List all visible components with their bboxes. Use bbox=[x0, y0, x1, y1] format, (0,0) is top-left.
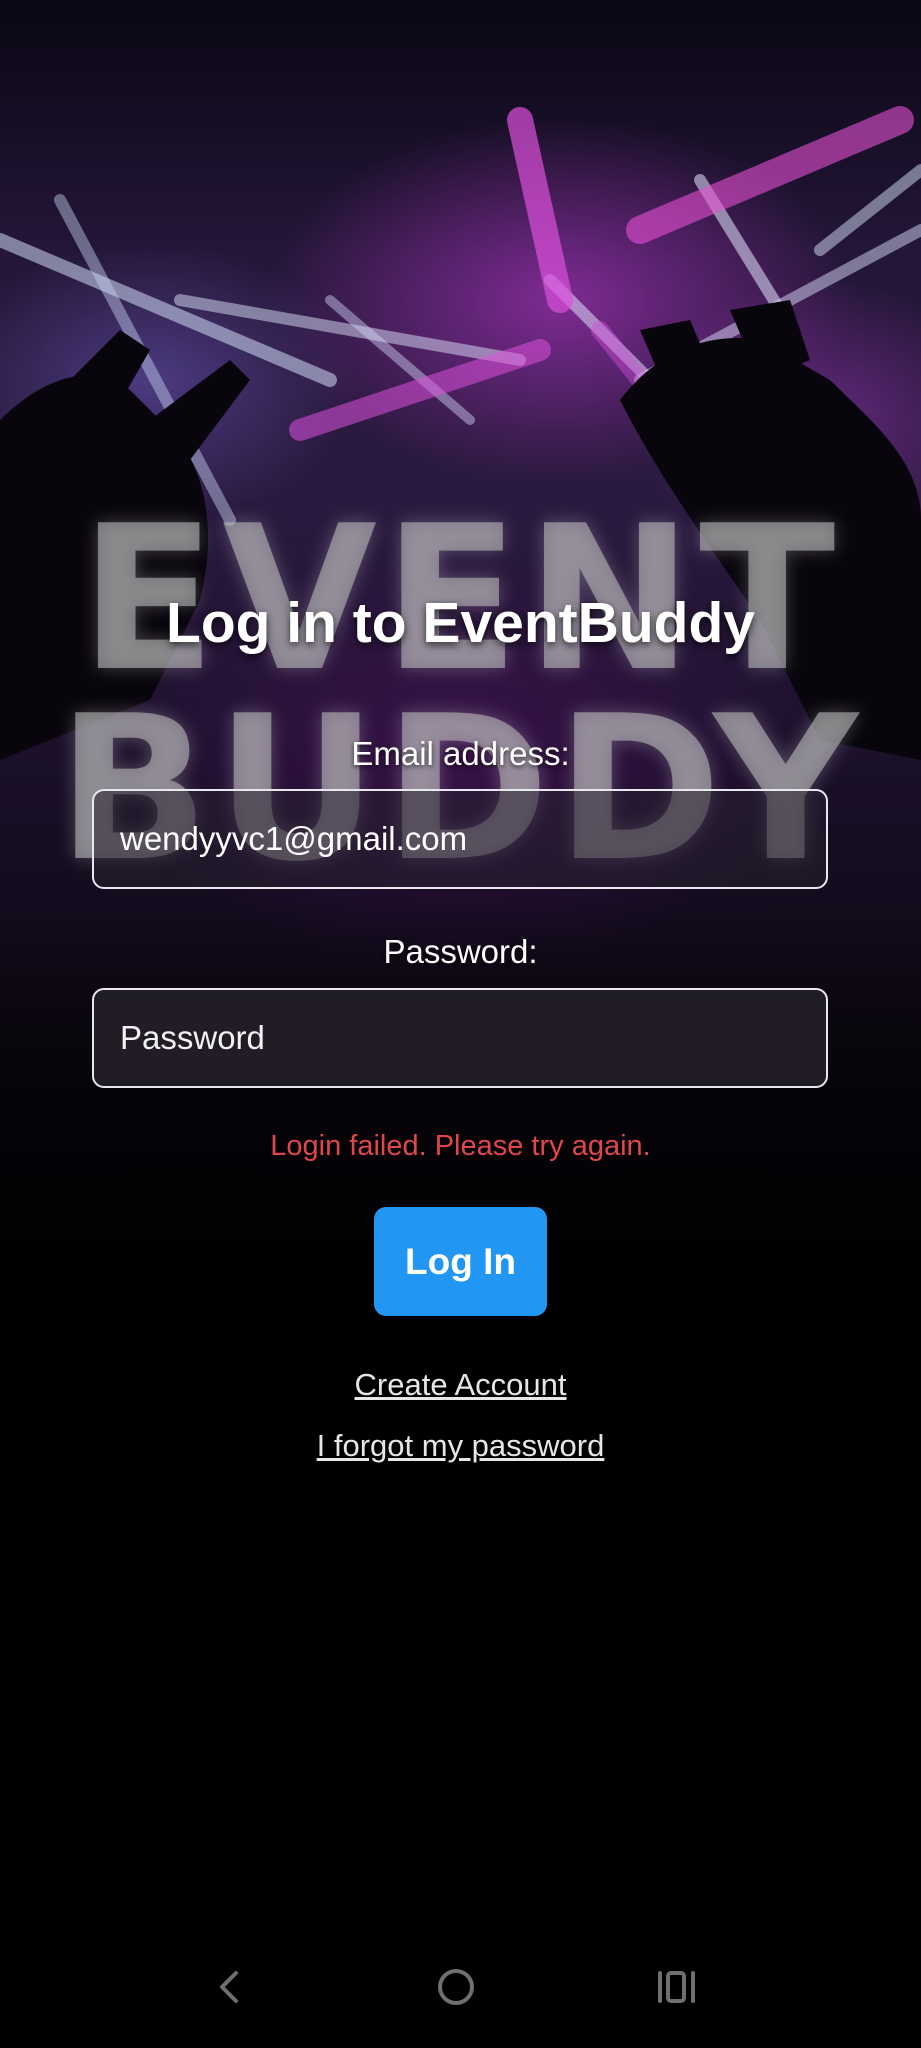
system-navigation-bar bbox=[0, 1930, 921, 2048]
chevron-left-icon bbox=[220, 1971, 238, 2003]
email-field[interactable] bbox=[92, 789, 828, 889]
circle-home-icon bbox=[438, 1969, 474, 2005]
recents-icon bbox=[658, 1971, 695, 2003]
login-button[interactable]: Log In bbox=[374, 1207, 547, 1316]
recents-button[interactable] bbox=[637, 1952, 717, 2022]
password-field[interactable] bbox=[92, 988, 828, 1088]
create-account-link[interactable]: Create Account bbox=[0, 1367, 921, 1403]
back-button[interactable] bbox=[190, 1952, 270, 2022]
password-label: Password: bbox=[383, 933, 538, 970]
page-title: Log in to EventBuddy bbox=[166, 591, 755, 655]
forgot-password-link[interactable]: I forgot my password bbox=[0, 1428, 921, 1464]
login-error-message: Login failed. Please try again. bbox=[270, 1130, 651, 1162]
home-button[interactable] bbox=[416, 1952, 496, 2022]
login-screen: EVENT BUDDY Log in to EventBuddy Email a… bbox=[0, 0, 921, 2048]
email-label: Email address: bbox=[351, 735, 570, 772]
